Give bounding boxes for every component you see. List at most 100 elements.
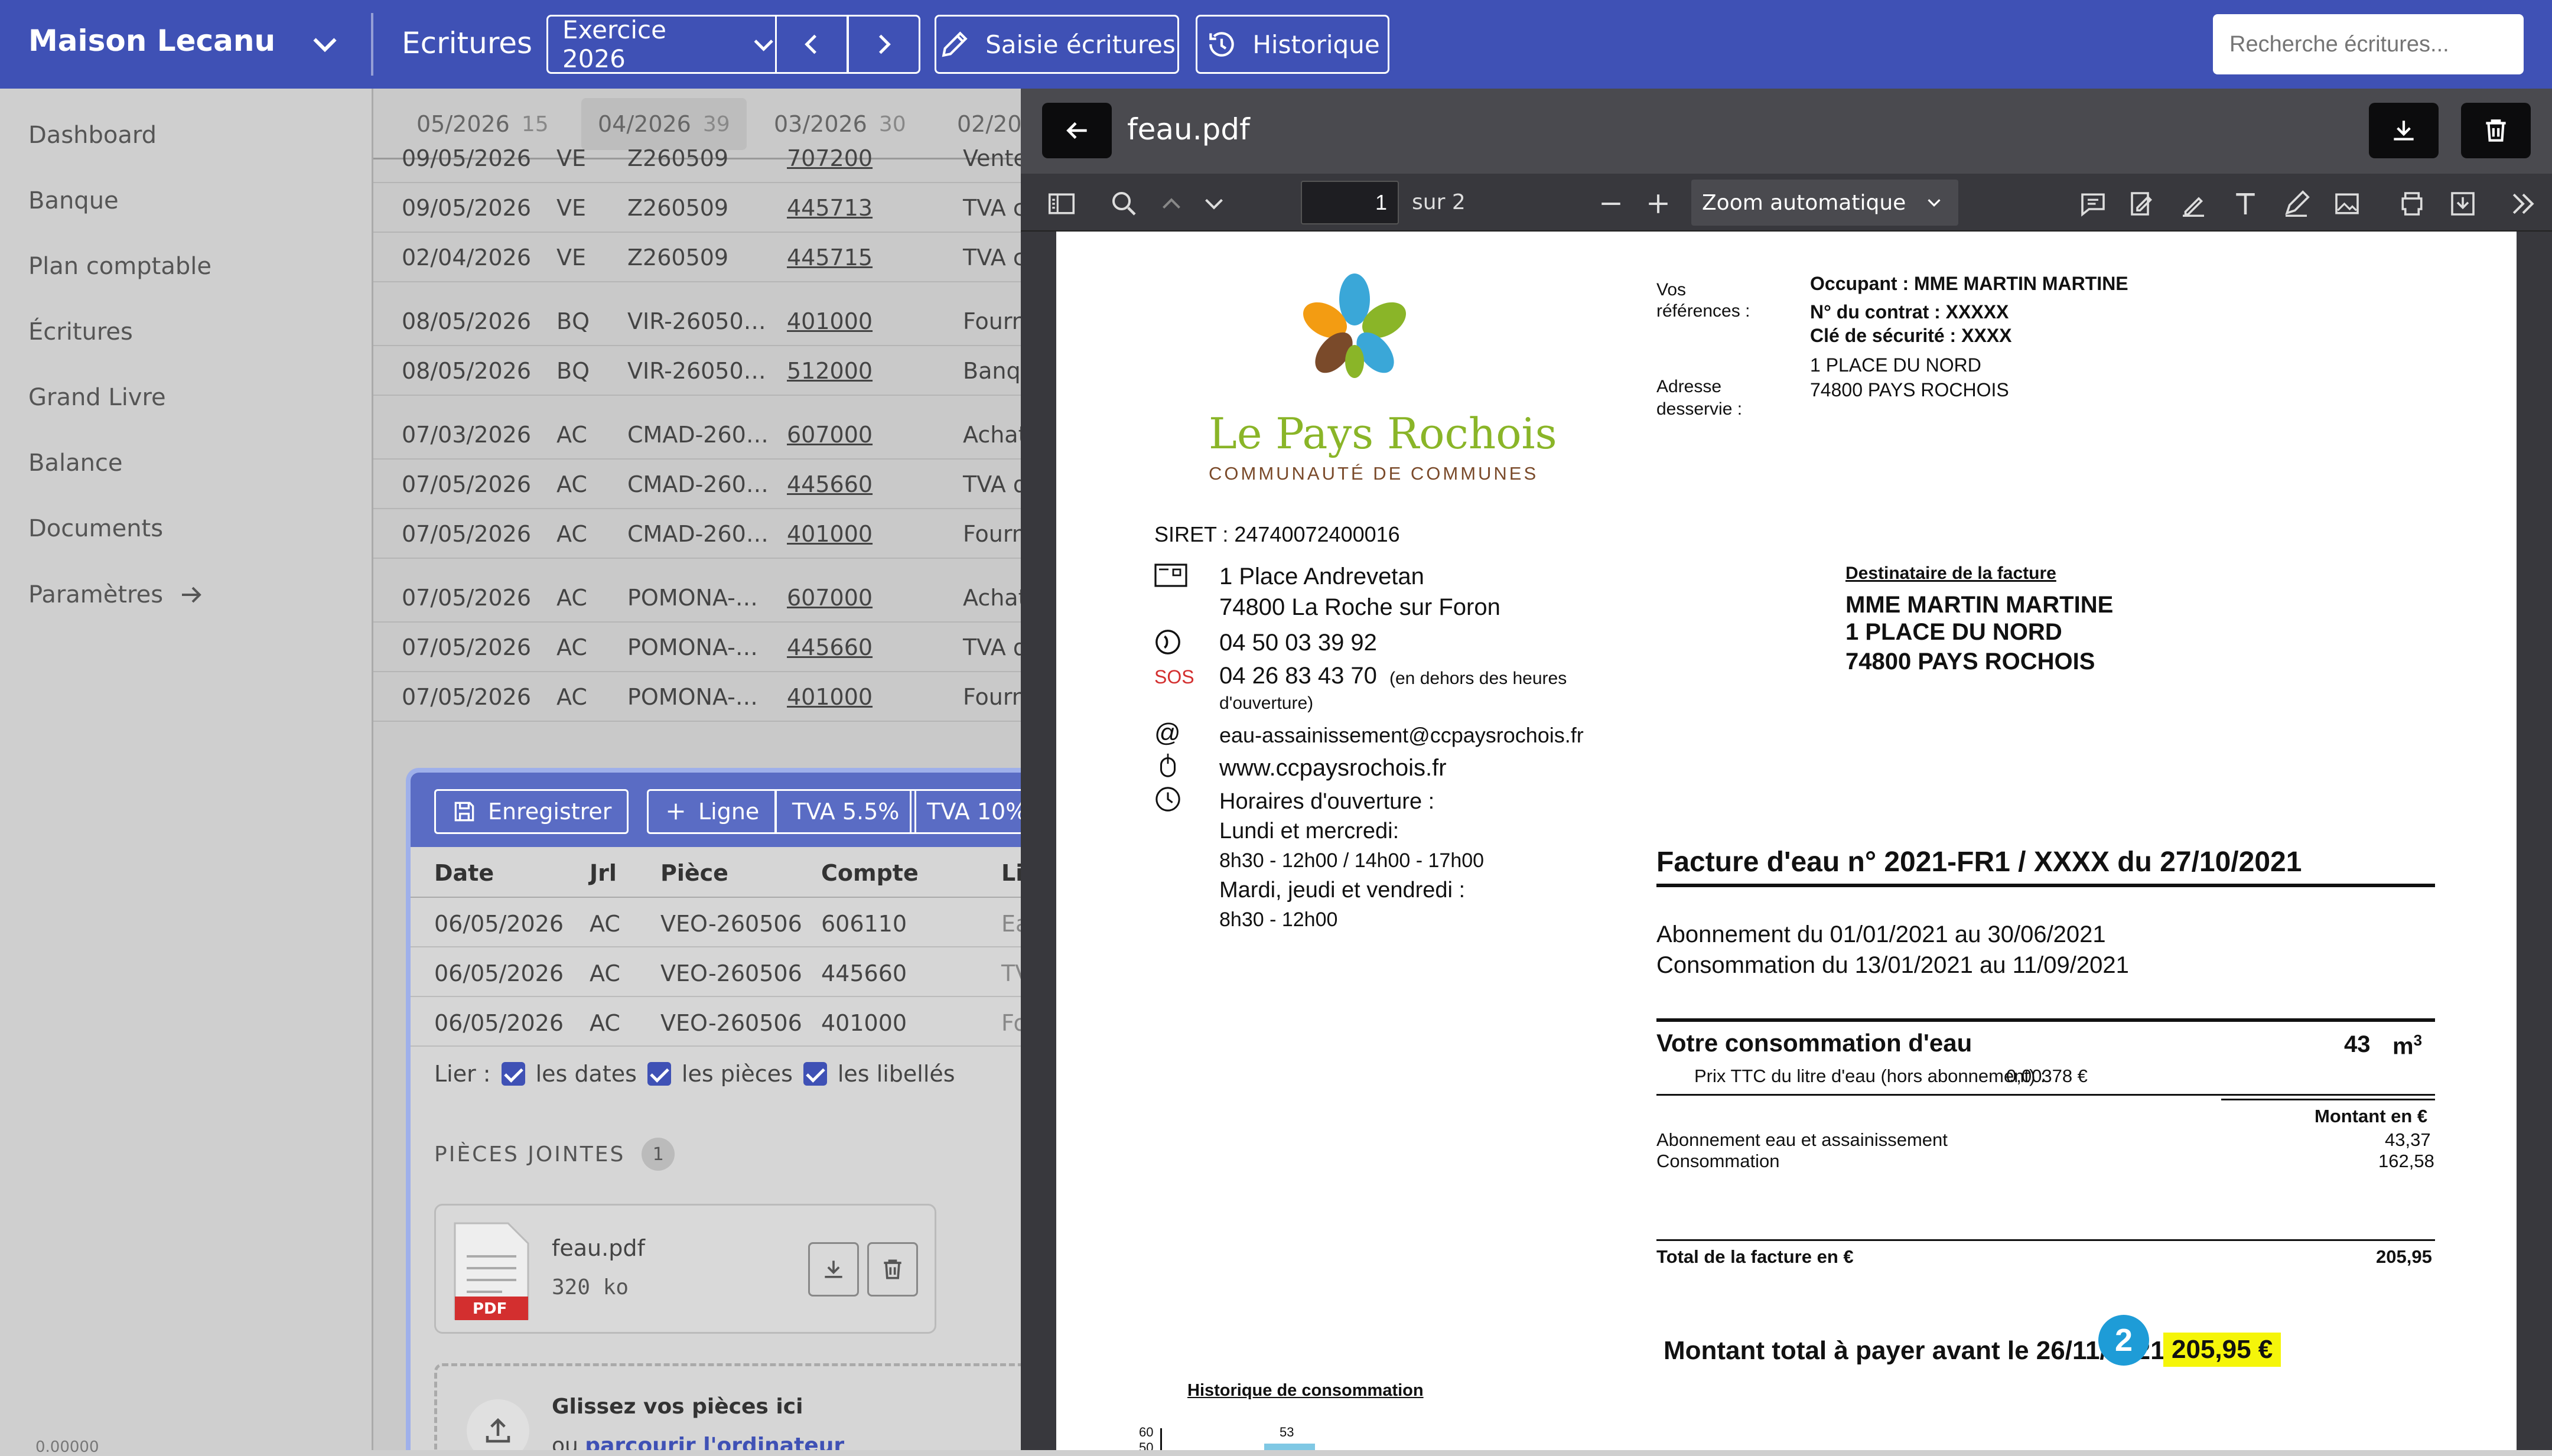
cell-account[interactable]: 401000: [821, 1010, 907, 1036]
attachment-card[interactable]: PDF feau.pdf 320 ko: [434, 1204, 936, 1334]
table-row[interactable]: 08/05/2026 BQ VIR-26050… 401000 Fourn: [373, 297, 1023, 346]
sidebar-toggle-icon[interactable]: [1046, 188, 1078, 220]
table-row[interactable]: 08/05/2026 BQ VIR-26050… 512000 Banq: [373, 346, 1023, 396]
delete-button[interactable]: [2461, 103, 2531, 158]
attachment-size: 320 ko: [552, 1275, 629, 1299]
entry-input-button[interactable]: Saisie écritures: [935, 15, 1179, 74]
link-dates-checkbox[interactable]: [501, 1062, 525, 1086]
cell-jrl[interactable]: AC: [590, 1010, 620, 1036]
hours-title: Horaires d'ouverture :: [1219, 789, 1435, 814]
table-row[interactable]: 09/05/2026 VE Z260509 707200 Vente: [373, 133, 1023, 183]
link-labels-label: les libellés: [837, 1061, 955, 1087]
highlight-icon[interactable]: [2177, 188, 2209, 220]
link-labels-checkbox[interactable]: [803, 1062, 827, 1086]
save-icon[interactable]: [2447, 188, 2479, 220]
delete-attachment-button[interactable]: [867, 1242, 918, 1297]
cell-label[interactable]: Ea: [1001, 911, 1023, 937]
vat-10-button[interactable]: TVA 10%: [910, 789, 1023, 834]
page-number-input[interactable]: [1301, 181, 1399, 224]
chevron-down-icon[interactable]: [307, 26, 343, 61]
signature-icon[interactable]: [2127, 188, 2159, 220]
sidebar-item-dashboard[interactable]: Dashboard: [28, 122, 157, 149]
cell-jrl: AC: [556, 471, 587, 497]
table-row[interactable]: 07/05/2026 AC POMONA-… 445660 TVA d: [373, 623, 1023, 672]
drop-zone[interactable]: Glissez vos pièces ici ou parcourir l'or…: [434, 1363, 1023, 1450]
cell-account[interactable]: 445715: [787, 245, 873, 271]
table-row[interactable]: 09/05/2026 VE Z260509 445713 TVA c: [373, 183, 1023, 233]
cell-jrl[interactable]: AC: [590, 960, 620, 986]
add-line-button[interactable]: Ligne: [647, 789, 777, 834]
exercise-select[interactable]: Exercice 2026: [546, 15, 778, 74]
cell-account[interactable]: 445660: [821, 960, 907, 986]
next-page-icon[interactable]: [1198, 188, 1230, 220]
cell-account[interactable]: 401000: [787, 684, 873, 710]
table-row[interactable]: 07/05/2026 AC POMONA-… 607000 Achat: [373, 573, 1023, 623]
sidebar-item-general-ledger[interactable]: Grand Livre: [28, 384, 166, 411]
download-button[interactable]: [2369, 103, 2439, 158]
cell-date[interactable]: 06/05/2026: [434, 960, 564, 986]
cell-label[interactable]: TV: [1001, 960, 1023, 986]
cell-account[interactable]: 445660: [787, 471, 873, 497]
sidebar-item-settings[interactable]: Paramètres: [28, 581, 206, 609]
cell-account[interactable]: 512000: [787, 358, 873, 384]
cell-piece[interactable]: VEO-260506: [660, 960, 802, 986]
table-row[interactable]: 07/05/2026 AC CMAD-260… 401000 Fourn: [373, 509, 1023, 559]
logo-flower-icon: [1303, 273, 1406, 378]
table-row[interactable]: 07/05/2026 AC POMONA-… 401000 Fourn: [373, 672, 1023, 722]
sidebar-item-documents[interactable]: Documents: [28, 515, 163, 542]
table-row[interactable]: 02/04/2026 VE Z260509 445715 TVA c: [373, 233, 1023, 282]
cell-account[interactable]: 445713: [787, 195, 873, 221]
cell-account[interactable]: 606110: [821, 911, 907, 937]
print-icon[interactable]: [2396, 188, 2428, 220]
sidebar-item-balance[interactable]: Balance: [28, 449, 123, 477]
history-button[interactable]: Historique: [1196, 15, 1389, 74]
cell-jrl[interactable]: AC: [590, 911, 620, 937]
zoom-select[interactable]: Zoom automatique: [1691, 180, 1958, 226]
search-input[interactable]: [2213, 14, 2524, 74]
form-row[interactable]: 06/05/2026 AC VEO-260506 606110 Ea: [411, 898, 1023, 947]
form-row[interactable]: 06/05/2026 AC VEO-260506 401000 Fo: [411, 997, 1023, 1047]
save-button[interactable]: Enregistrer: [434, 789, 629, 834]
total-label: Total de la facture en €: [1656, 1246, 1854, 1267]
chevron-down-icon: [1928, 199, 1941, 207]
company-name[interactable]: Maison Lecanu: [28, 24, 275, 58]
cell-jrl: AC: [556, 585, 587, 611]
browse-link[interactable]: parcourir l'ordinateur: [585, 1434, 844, 1450]
cell-account[interactable]: 607000: [787, 422, 873, 448]
text-icon[interactable]: [2229, 188, 2261, 220]
cell-piece[interactable]: VEO-260506: [660, 1010, 802, 1036]
sidebar-item-entries[interactable]: Écritures: [28, 318, 133, 346]
image-icon[interactable]: [2331, 188, 2363, 220]
sidebar-item-bank[interactable]: Banque: [28, 187, 119, 214]
table-row[interactable]: 07/03/2026 AC CMAD-260… 607000 Achat: [373, 410, 1023, 460]
cell-label[interactable]: Fo: [1001, 1010, 1023, 1036]
cell-account[interactable]: 445660: [787, 634, 873, 660]
vat-5-5-button[interactable]: TVA 5.5%: [775, 789, 917, 834]
zoom-in-icon[interactable]: [1642, 188, 1674, 220]
previous-page-icon[interactable]: [1155, 188, 1187, 220]
search-icon[interactable]: [1108, 188, 1140, 220]
link-pieces-checkbox[interactable]: [647, 1062, 671, 1086]
table-row[interactable]: 07/05/2026 AC CMAD-260… 445660 TVA d: [373, 460, 1023, 509]
sidebar-item-chart-of-accounts[interactable]: Plan comptable: [28, 253, 211, 280]
cell-date[interactable]: 06/05/2026: [434, 1010, 564, 1036]
comment-icon[interactable]: [2077, 188, 2109, 220]
cell-piece[interactable]: VEO-260506: [660, 911, 802, 937]
draw-icon[interactable]: [2280, 188, 2312, 220]
zoom-out-icon[interactable]: [1595, 188, 1627, 220]
cell-date: 07/05/2026: [402, 634, 532, 660]
cell-account[interactable]: 401000: [787, 521, 873, 547]
cell-account[interactable]: 401000: [787, 308, 873, 334]
back-button[interactable]: [1042, 103, 1112, 158]
download-attachment-button[interactable]: [808, 1242, 859, 1297]
cell-date: 09/05/2026: [402, 195, 532, 221]
cell-account[interactable]: 607000: [787, 585, 873, 611]
arrow-left-icon: [1066, 122, 1087, 139]
prev-exercise-button[interactable]: [775, 15, 848, 74]
cell-account[interactable]: 707200: [787, 145, 873, 171]
price-value: 0,00378 €: [2006, 1066, 2088, 1086]
cell-date[interactable]: 06/05/2026: [434, 911, 564, 937]
more-tools-icon[interactable]: [2507, 188, 2539, 220]
next-exercise-button[interactable]: [847, 15, 920, 74]
form-row[interactable]: 06/05/2026 AC VEO-260506 445660 TV: [411, 947, 1023, 997]
